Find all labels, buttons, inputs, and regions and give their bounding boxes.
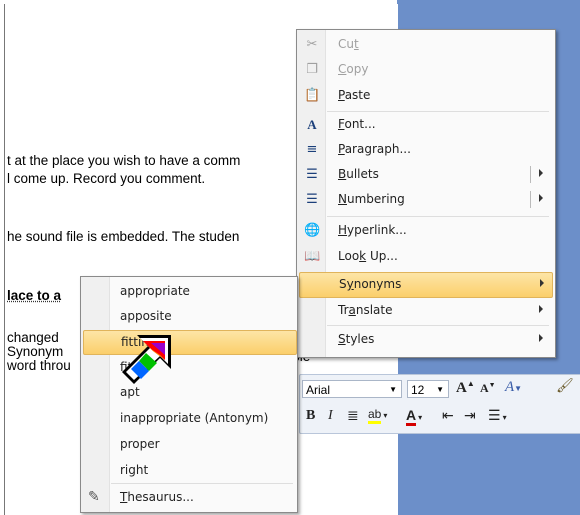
shrink-font-button[interactable]: A▼ [480, 381, 496, 396]
bullets-icon[interactable]: ☰ ▾ [488, 408, 507, 425]
menu-item-label: Cut [338, 37, 359, 51]
menu-item-bullets[interactable]: ☰ Bullets [299, 163, 551, 187]
menu-item-paste[interactable]: 📋 Paste [299, 84, 551, 108]
menu-item-label: Bullets [338, 167, 379, 181]
menu-item-label: Hyperlink... [338, 223, 407, 237]
grow-font-button[interactable]: A▲ [456, 379, 475, 397]
font-size-field[interactable]: 12 ▼ [407, 380, 449, 398]
lookup-icon: 📖 [304, 249, 321, 264]
paste-icon: 📋 [304, 88, 321, 103]
synonym-item[interactable]: apposite [83, 305, 295, 328]
submenu-arrow-icon [539, 334, 543, 342]
menu-item-label: Translate [338, 303, 393, 317]
submenu-arrow-icon [539, 305, 543, 313]
menu-item-thesaurus[interactable]: ✎ Thesaurus... [83, 486, 295, 509]
copy-icon: ❐ [306, 62, 318, 77]
font-icon: A [307, 117, 317, 132]
doc-heading: lace to a [7, 288, 62, 303]
menu-separator [327, 216, 549, 217]
menu-separator [327, 325, 549, 326]
numbering-icon: ☰ [306, 192, 318, 207]
format-painter-icon[interactable]: 🖌 [556, 378, 574, 395]
font-name-field[interactable]: Arial ▼ [302, 380, 402, 398]
doc-line: he sound file is embedded. The studen [7, 229, 240, 244]
bullets-icon: ☰ [306, 167, 318, 182]
submenu-arrow-icon [540, 279, 544, 287]
menu-item-label: Copy [338, 62, 369, 76]
antonym-item[interactable]: inappropriate (Antonym) [83, 407, 295, 430]
paragraph-icon: ≡ [306, 142, 318, 157]
increase-indent-icon[interactable]: ⇥ [464, 408, 476, 425]
synonym-item[interactable]: appropriate [83, 280, 295, 303]
menu-item-label: Synonyms [339, 277, 402, 291]
menu-item-synonyms[interactable]: Synonyms [299, 272, 553, 298]
submenu-arrow-icon [539, 194, 543, 202]
hyperlink-icon: 🌐 [304, 223, 321, 238]
mouse-pointer-icon [122, 335, 171, 384]
synonym-item[interactable]: right [83, 459, 295, 482]
menu-item-font[interactable]: A Font... [299, 113, 551, 137]
chevron-down-icon: ▼ [436, 385, 444, 394]
menu-item-label: Font... [338, 117, 376, 131]
menu-item-paragraph[interactable]: ≡ Paragraph... [299, 138, 551, 162]
menu-item-label: Paragraph... [338, 142, 411, 156]
align-center-icon[interactable]: ≣ [347, 408, 359, 425]
bold-button[interactable]: B [306, 408, 315, 424]
menu-item-hyperlink[interactable]: 🌐 Hyperlink... [299, 219, 551, 243]
menu-item-label: Numbering [338, 192, 405, 206]
thesaurus-icon: ✎ [88, 489, 100, 505]
split-divider [530, 191, 531, 208]
submenu-arrow-icon [539, 169, 543, 177]
context-menu: ✂ Cut ❐ Copy 📋 Paste A Font... ≡ Paragra… [296, 29, 556, 358]
menu-item-lookup[interactable]: 📖 Look Up... [299, 245, 551, 269]
doc-line: t at the place you wish to have a comm [7, 153, 241, 168]
menu-item-styles[interactable]: Styles [299, 328, 551, 352]
split-divider [530, 166, 531, 183]
menu-item-numbering[interactable]: ☰ Numbering [299, 188, 551, 212]
styles-button[interactable]: A▼ [505, 379, 522, 396]
menu-item-translate[interactable]: Translate [299, 299, 551, 323]
italic-button[interactable]: I [328, 408, 333, 424]
menu-separator [111, 483, 293, 484]
mini-toolbar: Arial ▼ 12 ▼ A▲ A▼ A▼ 🖌 B I ≣ ab ▾ A ▾ ⇤… [299, 374, 580, 434]
doc-line: word throu [7, 358, 71, 373]
doc-line: l come up. Record you comment. [7, 171, 206, 186]
menu-item-label: Paste [338, 88, 371, 102]
menu-item-copy[interactable]: ❐ Copy [299, 58, 551, 82]
synonym-item[interactable]: proper [83, 433, 295, 456]
menu-separator [327, 111, 549, 112]
doc-line: changed [7, 330, 59, 345]
decrease-indent-icon[interactable]: ⇤ [442, 408, 454, 425]
menu-item-label: Styles [338, 332, 375, 346]
menu-item-label: Look Up... [338, 249, 398, 263]
doc-line: Synonym [7, 344, 64, 359]
font-color-button[interactable]: A ▾ [406, 407, 422, 426]
highlight-icon[interactable]: ab ▾ [368, 407, 387, 424]
scissors-icon: ✂ [306, 37, 318, 52]
menu-item-cut[interactable]: ✂ Cut [299, 33, 551, 57]
chevron-down-icon: ▼ [389, 385, 397, 394]
synonyms-submenu: appropriate apposite fitting fit apt ina… [80, 276, 298, 513]
